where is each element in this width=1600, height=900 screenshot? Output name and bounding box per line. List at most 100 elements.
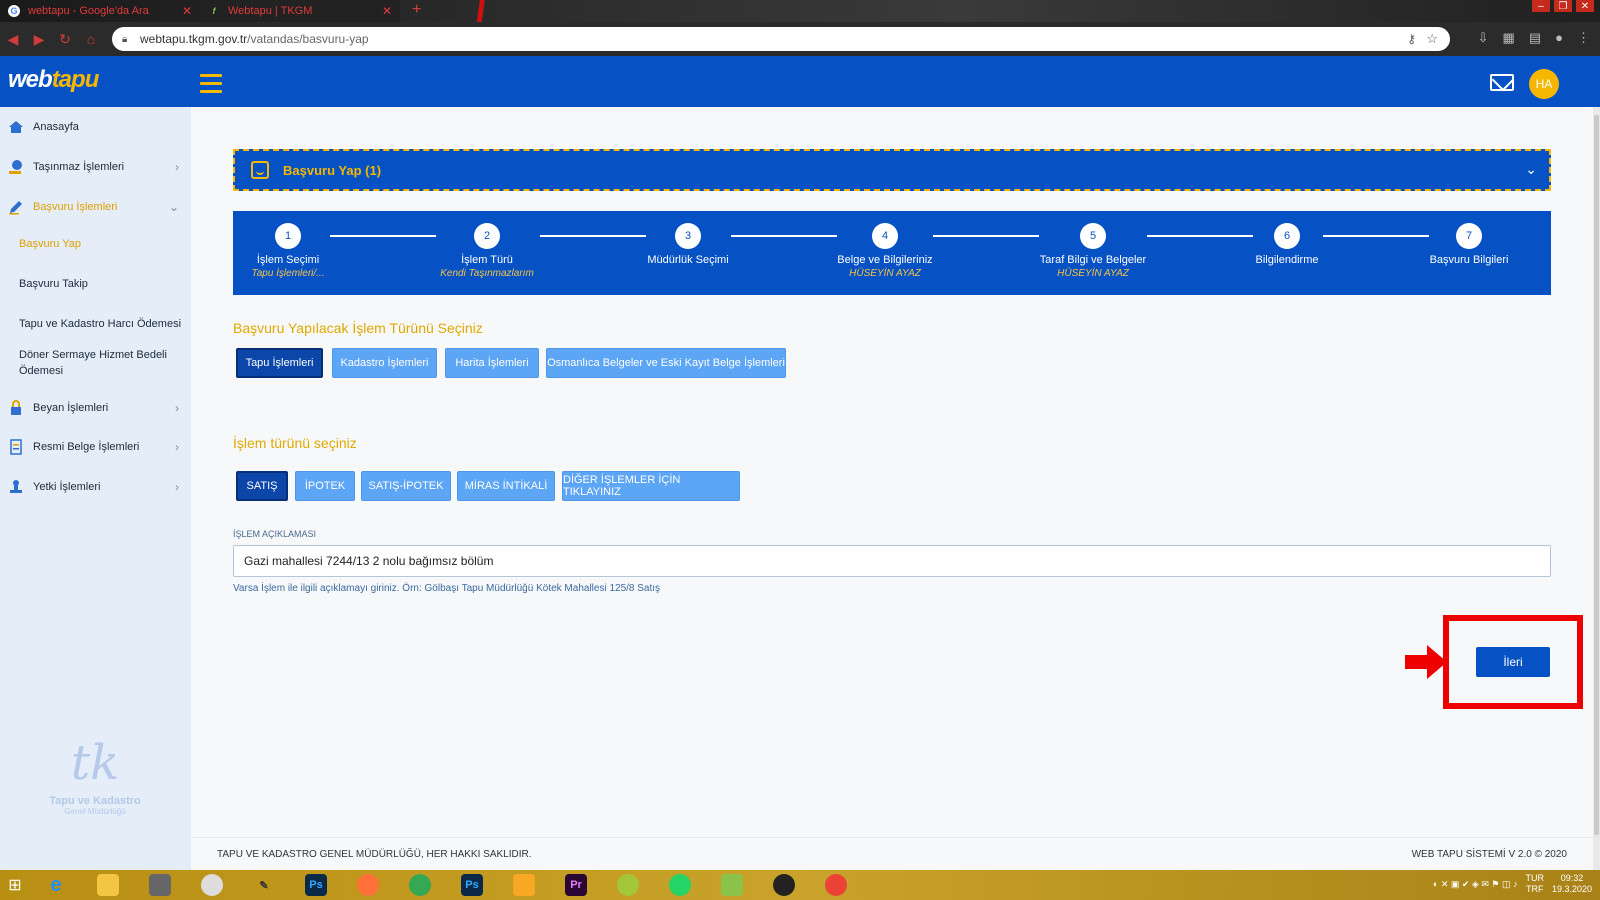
sidebar: Anasayfa Taşınmaz İşlemleri › Başvuru İş…	[0, 107, 191, 870]
category-button-tapu[interactable]: Tapu İşlemleri	[236, 348, 323, 378]
scrollbar-thumb[interactable]	[1594, 115, 1599, 835]
internet-explorer-icon[interactable]: e	[30, 870, 82, 900]
sidebar-subitem-fee-payment[interactable]: Tapu ve Kadastro Harcı Ödemesi	[19, 316, 184, 332]
tray-icons[interactable]: ◐ ✕ ▣ ✔ ◈ ✉ ⚑ ◫ ♪	[1433, 879, 1518, 890]
sidebar-item-home[interactable]: Anasayfa	[0, 107, 191, 147]
camera-app-icon[interactable]	[134, 870, 186, 900]
next-button[interactable]: İleri	[1476, 647, 1550, 677]
category-button-kadastro[interactable]: Kadastro İşlemleri	[332, 348, 437, 378]
bookmark-star-icon[interactable]: ☆	[1426, 31, 1438, 47]
windows-taskbar: ⊞ e ✎ Ps Ps Pr ◐ ✕ ▣ ✔ ◈ ✉ ⚑ ◫ ♪ TUR TRF …	[0, 870, 1600, 900]
step-sublabel: Tapu İşlemleri/...	[251, 268, 325, 279]
step-2[interactable]: 2 İşlem Türü Kendi Taşınmazlarım	[417, 223, 557, 281]
sidebar-item-property[interactable]: Taşınmaz İşlemleri ›	[0, 147, 191, 187]
browser-tab-google[interactable]: G webtapu - Google'da Ara ✕	[0, 0, 200, 22]
sidebar-item-label: Beyan İşlemleri	[33, 402, 109, 414]
back-arrow-icon[interactable]: ◀	[0, 31, 26, 48]
type-button-ipotek[interactable]: İPOTEK	[295, 471, 355, 501]
key-icon[interactable]: ⚷	[1407, 32, 1416, 46]
whatsapp-icon[interactable]	[654, 870, 706, 900]
tkgm-mark-icon: tk	[70, 735, 120, 791]
description-label: İŞLEM AÇIKLAMASI	[233, 529, 317, 539]
footer-version: WEB TAPU SİSTEMİ V 2.0 © 2020	[1411, 848, 1567, 860]
address-bar[interactable]: 🔒︎ webtapu.tkgm.gov.tr/vatandas/basvuru-…	[112, 27, 1450, 51]
smiley-box-icon	[251, 161, 269, 179]
footer-copyright: TAPU VE KADASTRO GENEL MÜDÜRLÜĞÜ, HER HA…	[217, 848, 532, 860]
type-button-satis-ipotek[interactable]: SATIŞ-İPOTEK	[361, 471, 451, 501]
panel-header[interactable]: Başvuru Yap (1) ⌄	[233, 149, 1551, 191]
close-tab-icon[interactable]: ✕	[382, 4, 392, 18]
file-explorer-icon[interactable]	[82, 870, 134, 900]
sidebar-subitem-apply[interactable]: Başvuru Yap	[19, 236, 184, 252]
close-tab-icon[interactable]: ✕	[182, 4, 192, 18]
lock-icon: 🔒︎	[122, 34, 128, 45]
main-content: Başvuru Yap (1) ⌄ 1 İşlem Seçimi Tapu İş…	[191, 107, 1593, 870]
chevron-right-icon: ›	[175, 160, 179, 174]
premiere-icon[interactable]: Pr	[550, 870, 602, 900]
profile-icon[interactable]: ●	[1555, 30, 1563, 46]
download-icon[interactable]: ⇩	[1478, 30, 1489, 46]
pen-tool-icon[interactable]: ✎	[238, 870, 290, 900]
chevron-right-icon: ›	[175, 480, 179, 494]
photoshop-icon[interactable]: Ps	[290, 870, 342, 900]
step-number: 5	[1080, 223, 1106, 249]
user-avatar[interactable]: HA	[1529, 69, 1559, 99]
stamp-icon	[10, 480, 22, 493]
home-icon[interactable]: ⌂	[78, 31, 104, 47]
chevron-right-icon: ›	[175, 440, 179, 454]
step-7[interactable]: 7 Başvuru Bilgileri	[1399, 223, 1539, 267]
obs-icon[interactable]	[758, 870, 810, 900]
sidebar-item-authorization[interactable]: Yetki İşlemleri ›	[0, 467, 191, 507]
page-scrollbar[interactable]	[1593, 107, 1600, 870]
close-window-icon[interactable]: ✕	[1576, 0, 1594, 12]
step-5[interactable]: 5 Taraf Bilgi ve Belgeler HÜSEYİN AYAZ	[1023, 223, 1163, 281]
pdf-extension-icon[interactable]: ▤	[1529, 30, 1541, 46]
step-4[interactable]: 4 Belge ve Bilgileriniz HÜSEYİN AYAZ	[815, 223, 955, 281]
chrome-active-icon[interactable]	[810, 870, 862, 900]
webtapu-favicon-icon: f	[212, 6, 216, 16]
step-6[interactable]: 6 Bilgilendirme	[1217, 223, 1357, 267]
hamburger-menu-icon[interactable]	[200, 74, 222, 98]
media-player-icon[interactable]	[498, 870, 550, 900]
forward-arrow-icon[interactable]: ▶	[26, 31, 52, 48]
mail-icon[interactable]	[1490, 74, 1514, 91]
extension-icons: ⇩ ▦ ▤ ● ⋮	[1478, 30, 1590, 46]
chevron-down-icon[interactable]: ⌄	[1525, 161, 1537, 178]
clock[interactable]: 09:32 19.3.2020	[1552, 873, 1592, 895]
restore-icon[interactable]: ❐	[1554, 0, 1572, 12]
category-button-harita[interactable]: Harita İşlemleri	[445, 348, 539, 378]
notes-icon[interactable]	[706, 870, 758, 900]
webtapu-logo[interactable]: webtapu	[8, 66, 99, 94]
lang-code: TUR	[1525, 873, 1544, 883]
photoshop-alt-icon[interactable]: Ps	[446, 870, 498, 900]
sidebar-item-declarations[interactable]: Beyan İşlemleri ›	[0, 388, 191, 428]
system-tray: ◐ ✕ ▣ ✔ ◈ ✉ ⚑ ◫ ♪ TUR TRF 09:32 19.3.2020	[1433, 873, 1592, 895]
new-tab-button[interactable]: +	[412, 1, 421, 19]
android-icon[interactable]	[602, 870, 654, 900]
firefox-icon[interactable]	[342, 870, 394, 900]
browser-tab-webtapu[interactable]: f Webtapu | TKGM ✕	[200, 0, 400, 22]
sidebar-subitem-service-payment[interactable]: Döner Sermaye Hizmet Bedeli Ödemesi	[19, 347, 184, 379]
paint-app-icon[interactable]	[186, 870, 238, 900]
description-input[interactable]	[233, 545, 1551, 577]
type-button-miras[interactable]: MİRAS İNTİKALİ	[457, 471, 555, 501]
step-label: İşlem Türü	[461, 254, 513, 266]
logo-web: web	[8, 66, 53, 93]
extension-grid-icon[interactable]: ▦	[1503, 30, 1515, 46]
minimize-icon[interactable]: –	[1532, 0, 1550, 12]
reload-icon[interactable]: ↻	[52, 31, 78, 48]
sidebar-subitem-track[interactable]: Başvuru Takip	[19, 276, 184, 292]
windows-start-icon[interactable]: ⊞	[0, 870, 30, 900]
step-3[interactable]: 3 Müdürlük Seçimi	[618, 223, 758, 267]
sidebar-item-official-docs[interactable]: Resmi Belge İşlemleri ›	[0, 427, 191, 467]
language-indicator[interactable]: TUR TRF	[1525, 873, 1544, 895]
category-button-osmanlica[interactable]: Osmanlıca Belgeler ve Eski Kayıt Belge İ…	[546, 348, 786, 378]
lang-code-2: TRF	[1525, 884, 1544, 894]
step-number: 2	[474, 223, 500, 249]
sidebar-item-applications[interactable]: Başvuru İşlemleri ⌄	[0, 187, 191, 227]
chrome-icon[interactable]	[394, 870, 446, 900]
step-1[interactable]: 1 İşlem Seçimi Tapu İşlemleri/...	[218, 223, 358, 281]
type-button-other[interactable]: DİĞER İŞLEMLER İÇİN TIKLAYINIZ	[562, 471, 740, 501]
type-button-satis[interactable]: SATIŞ	[236, 471, 288, 501]
browser-menu-icon[interactable]: ⋮	[1577, 30, 1590, 46]
